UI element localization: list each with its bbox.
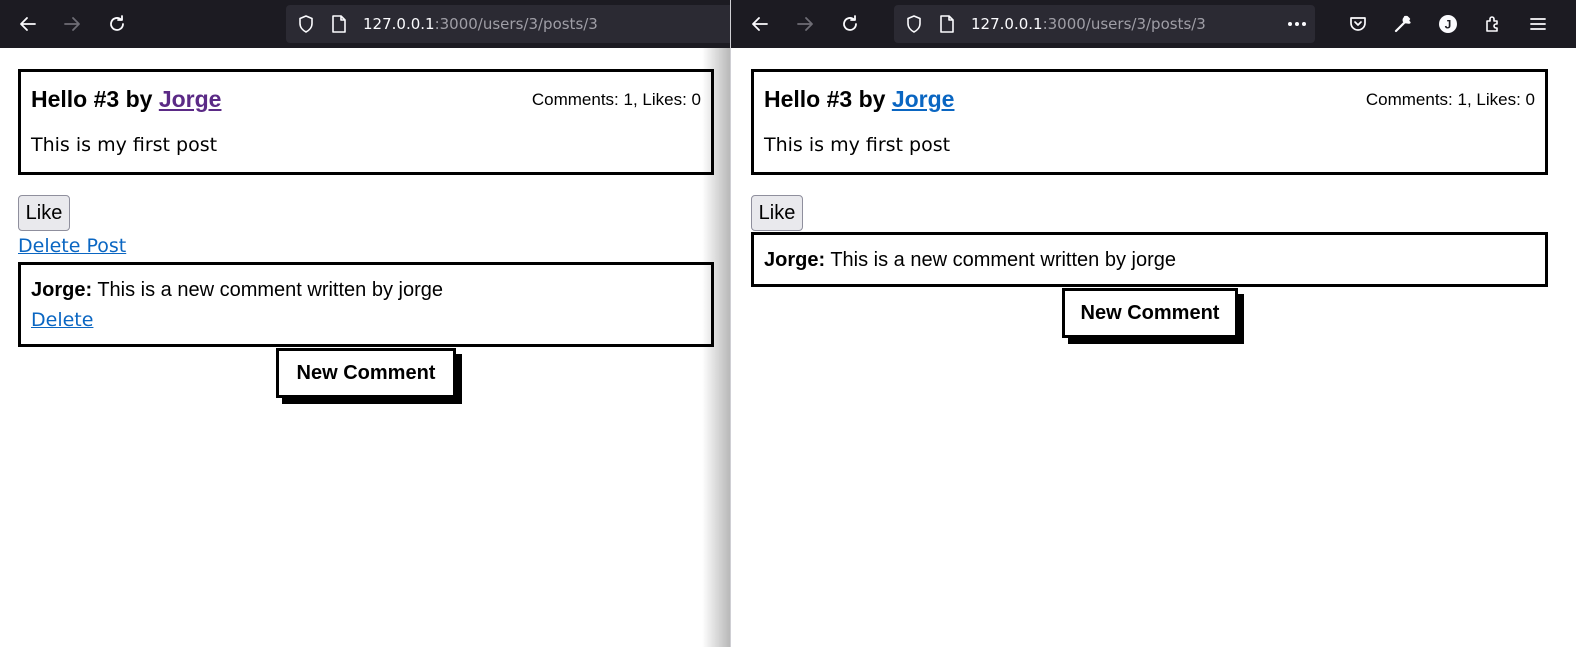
post-card: Hello #3 by Jorge Comments: 1, Likes: 0 …	[18, 69, 714, 175]
pocket-icon[interactable]	[1344, 10, 1372, 38]
reload-icon[interactable]	[103, 10, 131, 38]
comment-delete-link[interactable]: Delete	[31, 309, 93, 331]
svg-text:J: J	[1445, 18, 1452, 32]
new-comment-button[interactable]: New Comment	[1062, 288, 1238, 338]
page-content: Hello #3 by Jorge Comments: 1, Likes: 0 …	[0, 48, 730, 647]
post-author-link[interactable]: Jorge	[892, 86, 955, 112]
comment-author: Jorge:	[764, 249, 826, 271]
tracking-shield-icon[interactable]	[296, 14, 316, 34]
forward-icon[interactable]	[791, 10, 819, 38]
post-title: Hello #3 by Jorge	[764, 86, 955, 112]
page-content: Hello #3 by Jorge Comments: 1, Likes: 0 …	[731, 48, 1576, 647]
delete-post-link[interactable]: Delete Post	[18, 235, 126, 257]
wrench-icon[interactable]	[1389, 10, 1417, 38]
comment-author: Jorge:	[31, 279, 93, 301]
menu-icon[interactable]	[1524, 10, 1552, 38]
tracking-shield-icon[interactable]	[904, 14, 924, 34]
reload-icon[interactable]	[836, 10, 864, 38]
post-stats: Comments: 1, Likes: 0	[1365, 90, 1535, 109]
browser-toolbar: 127.0.0.1:3000/users/3/posts/3	[0, 0, 730, 48]
url-text: 127.0.0.1:3000/users/3/posts/3	[971, 15, 1206, 33]
back-icon[interactable]	[14, 10, 42, 38]
forward-icon[interactable]	[58, 10, 86, 38]
browser-toolbar: 127.0.0.1:3000/users/3/posts/3 J	[731, 0, 1576, 48]
comment-card: Jorge: This is a new comment written by …	[18, 262, 714, 347]
comment-card: Jorge: This is a new comment written by …	[751, 232, 1548, 287]
post-body: This is my first post	[764, 134, 951, 156]
browser-window-left: 127.0.0.1:3000/users/3/posts/3 Hello #3 …	[0, 0, 730, 647]
post-stats: Comments: 1, Likes: 0	[531, 90, 701, 109]
post-author-link[interactable]: Jorge	[159, 86, 222, 112]
page-actions-more-icon[interactable]	[1285, 14, 1309, 34]
browser-window-right: 127.0.0.1:3000/users/3/posts/3 J Hello #…	[730, 0, 1576, 647]
post-body: This is my first post	[31, 134, 218, 156]
post-card: Hello #3 by Jorge Comments: 1, Likes: 0 …	[751, 69, 1548, 175]
url-bar[interactable]: 127.0.0.1:3000/users/3/posts/3	[286, 5, 730, 43]
like-button[interactable]: Like	[18, 195, 70, 231]
back-icon[interactable]	[746, 10, 774, 38]
post-title: Hello #3 by Jorge	[31, 86, 222, 112]
url-bar[interactable]: 127.0.0.1:3000/users/3/posts/3	[894, 5, 1315, 43]
page-info-icon[interactable]	[330, 14, 348, 34]
new-comment-button[interactable]: New Comment	[276, 348, 456, 398]
like-button[interactable]: Like	[751, 195, 803, 231]
comment-text: Jorge: This is a new comment written by …	[31, 279, 444, 301]
account-avatar-icon[interactable]: J	[1434, 10, 1462, 38]
comment-text: Jorge: This is a new comment written by …	[764, 249, 1177, 271]
page-info-icon[interactable]	[938, 14, 956, 34]
extensions-icon[interactable]	[1479, 10, 1507, 38]
url-text: 127.0.0.1:3000/users/3/posts/3	[363, 15, 598, 33]
